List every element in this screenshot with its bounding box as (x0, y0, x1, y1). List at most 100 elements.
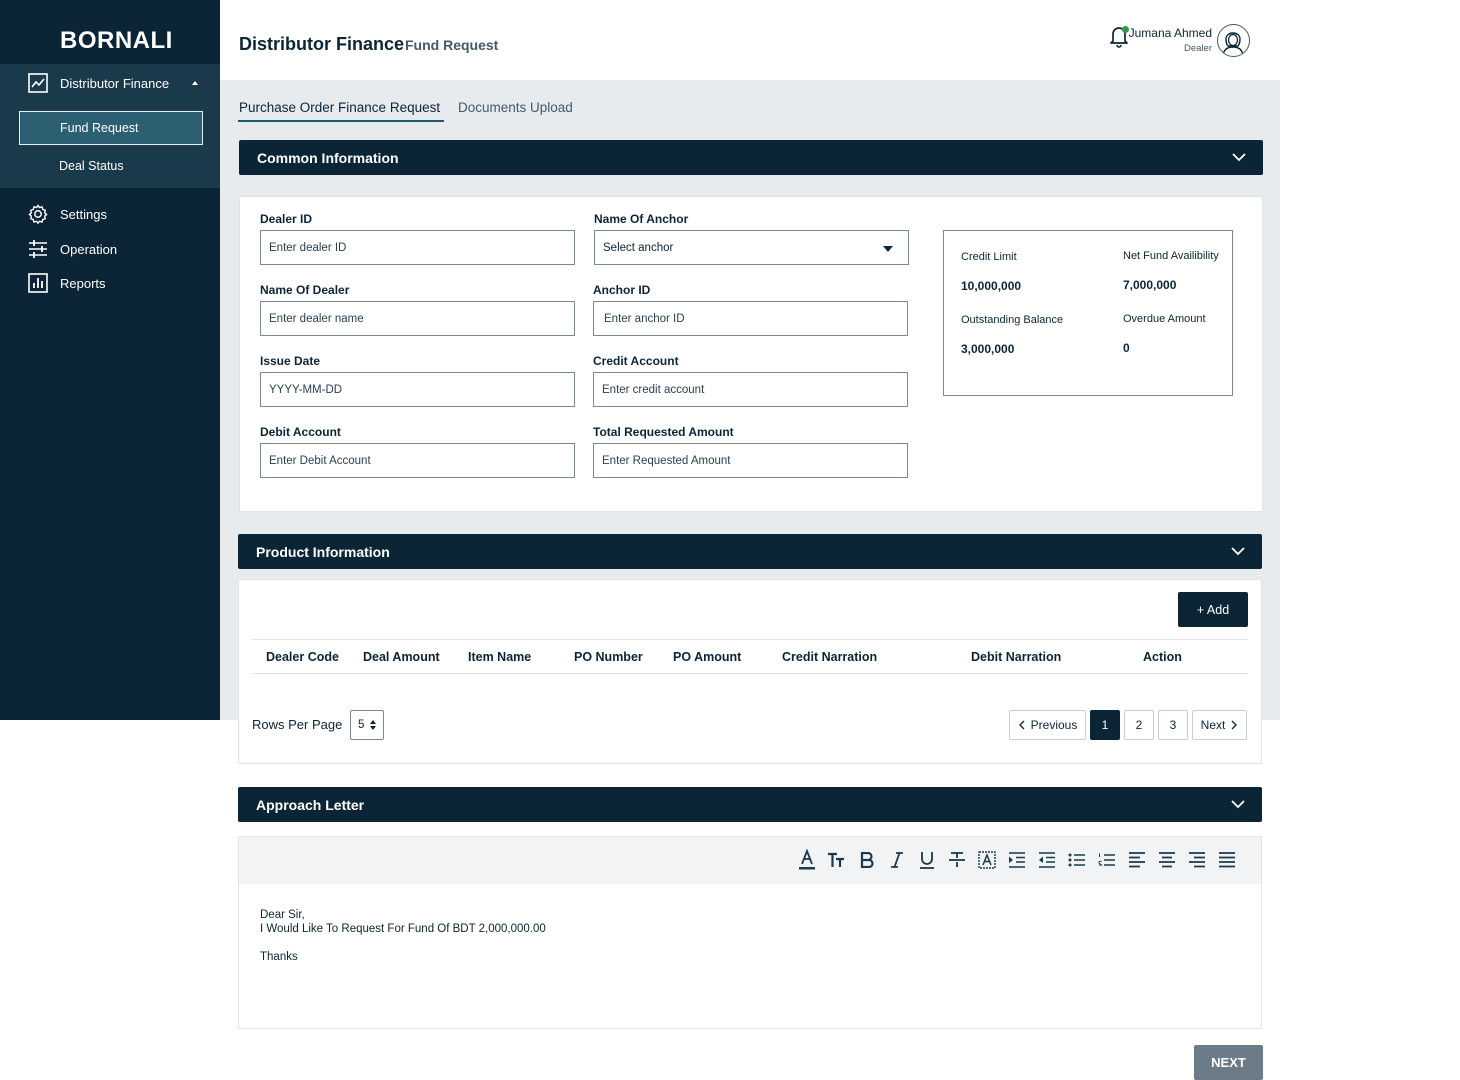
tab-documents-upload[interactable]: Documents Upload (458, 100, 573, 115)
bold-icon[interactable] (857, 850, 877, 870)
dealer-id-label: Dealer ID (260, 212, 313, 226)
sidebar-item-label: Distributor Finance (60, 75, 170, 91)
credit-account-field[interactable] (593, 372, 908, 407)
rows-per-page-label: Rows Per Page (252, 717, 343, 732)
user-role: Dealer (1184, 43, 1212, 54)
dealer-name-field[interactable] (260, 301, 575, 336)
debit-account-input[interactable] (269, 454, 574, 467)
outstanding-balance-value: 3,000,000 (961, 342, 1015, 356)
issue-date-label: Issue Date (260, 354, 321, 368)
sidebar-item-reports[interactable]: Reports (0, 267, 220, 299)
avatar[interactable] (1217, 24, 1250, 57)
section-title: Product Information (256, 543, 390, 560)
align-right-icon[interactable] (1187, 850, 1207, 870)
approach-letter-editor[interactable] (238, 884, 1262, 1029)
indent-icon[interactable] (1007, 850, 1027, 870)
anchor-id-input[interactable] (604, 312, 907, 325)
sidebar-subitem-fund-request[interactable]: Fund Request (19, 111, 203, 145)
sliders-icon (27, 238, 49, 260)
section-title: Common Information (257, 149, 399, 166)
anchor-select-value: Select anchor (603, 241, 674, 254)
align-center-icon[interactable] (1157, 850, 1177, 870)
anchor-name-label: Name Of Anchor (594, 212, 689, 226)
dealer-name-input[interactable] (269, 312, 574, 325)
column-header: Deal Amount (363, 650, 440, 664)
top-header: Distributor Finance Fund Request Jumana … (220, 0, 1280, 80)
underline-icon[interactable] (917, 850, 937, 870)
section-header-approach-letter[interactable]: Approach Letter (238, 787, 1262, 822)
anchor-id-field[interactable] (593, 301, 908, 336)
numbered-list-icon[interactable] (1097, 850, 1117, 870)
add-product-button[interactable]: + Add (1178, 592, 1248, 627)
total-requested-amount-input[interactable] (602, 454, 907, 467)
trend-chart-icon (27, 72, 49, 94)
dropdown-caret-icon (883, 246, 893, 252)
sidebar-subitem-deal-status[interactable]: Deal Status (19, 149, 203, 183)
column-header: PO Amount (673, 650, 742, 664)
product-table-header: Dealer Code Deal Amount Item Name PO Num… (252, 639, 1248, 674)
column-header: Credit Narration (782, 650, 878, 664)
credit-account-input[interactable] (602, 383, 907, 396)
total-requested-amount-label: Total Requested Amount (593, 425, 734, 439)
issue-date-input[interactable] (269, 383, 574, 396)
debit-account-field[interactable] (260, 443, 575, 478)
outdent-icon[interactable] (1037, 850, 1057, 870)
sidebar-item-settings[interactable]: Settings (0, 198, 220, 230)
pagination-previous-button[interactable]: Previous (1009, 710, 1086, 740)
caret-up-icon (192, 81, 198, 85)
sidebar-item-label: Operation (60, 241, 118, 257)
section-header-common-information[interactable]: Common Information (239, 140, 1263, 175)
anchor-id-label: Anchor ID (593, 283, 651, 297)
column-header: Item Name (468, 650, 532, 664)
font-color-icon[interactable] (797, 849, 817, 870)
sidebar-item-operation[interactable]: Operation (0, 233, 220, 265)
column-header: Debit Narration (971, 650, 1062, 664)
issue-date-field[interactable] (260, 372, 575, 407)
debit-account-label: Debit Account (260, 425, 341, 439)
align-left-icon[interactable] (1127, 850, 1147, 870)
total-requested-amount-field[interactable] (593, 443, 908, 478)
rows-per-page-select[interactable]: 5 (350, 710, 384, 740)
outstanding-balance-label: Outstanding Balance (961, 314, 1064, 326)
brand-logo: BORNALI (60, 27, 173, 54)
letter-line: Thanks (260, 951, 298, 963)
credit-limit-value: 10,000,000 (961, 279, 1022, 293)
dealer-id-field[interactable] (260, 230, 575, 265)
user-name: Jumana Ahmed (1128, 26, 1212, 40)
pagination-page-3[interactable]: 3 (1158, 710, 1188, 740)
page-subtitle: Fund Request (405, 37, 499, 53)
chevron-down-icon (1231, 544, 1245, 558)
pagination-page-1[interactable]: 1 (1090, 710, 1120, 740)
chevron-down-icon (1231, 797, 1245, 811)
bar-chart-icon (27, 272, 49, 294)
dealer-id-input[interactable] (269, 241, 574, 254)
chevron-right-icon (1231, 720, 1238, 730)
next-button[interactable]: NEXT (1194, 1045, 1263, 1080)
page-title: Distributor Finance (239, 34, 405, 54)
overdue-amount-label: Overdue Amount (1123, 313, 1206, 325)
section-header-product-information[interactable]: Product Information (238, 534, 1262, 569)
column-header: Action (1143, 650, 1182, 664)
chevron-left-icon (1018, 720, 1025, 730)
pagination-next-label: Next (1200, 718, 1226, 732)
sidebar-item-distributor-finance[interactable]: Distributor Finance (0, 67, 220, 99)
letter-line: I Would Like To Request For Fund Of BDT … (260, 923, 546, 935)
pagination-next-button[interactable]: Next (1192, 710, 1247, 740)
strikethrough-icon[interactable] (947, 850, 967, 870)
letter-line: Dear Sir, (260, 909, 305, 921)
credit-account-label: Credit Account (593, 354, 679, 368)
gear-icon (27, 203, 49, 225)
pagination-page-2[interactable]: 2 (1124, 710, 1154, 740)
rows-per-page-value: 5 (358, 719, 365, 731)
text-size-icon[interactable] (827, 850, 847, 870)
dealer-name-label: Name Of Dealer (260, 283, 350, 297)
italic-icon[interactable] (887, 850, 907, 870)
column-header: PO Number (574, 650, 643, 664)
bullet-list-icon[interactable] (1067, 850, 1087, 870)
overdue-amount-value: 0 (1123, 341, 1130, 355)
tab-purchase-order-finance-request[interactable]: Purchase Order Finance Request (237, 100, 445, 122)
text-box-icon[interactable] (977, 850, 997, 870)
justify-icon[interactable] (1217, 850, 1237, 870)
sidebar-item-label: Settings (60, 206, 107, 222)
anchor-name-select[interactable]: Select anchor (594, 230, 909, 265)
